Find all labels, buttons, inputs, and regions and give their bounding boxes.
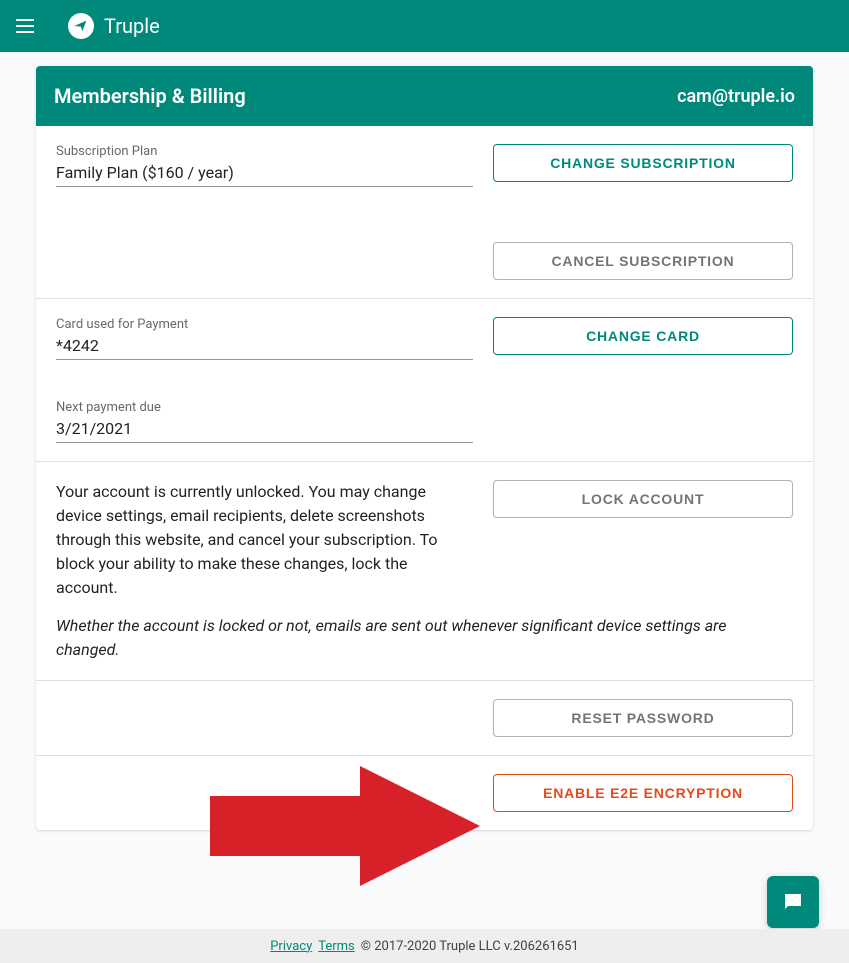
reset-password-button[interactable]: RESET PASSWORD <box>493 699 793 737</box>
next-payment-label: Next payment due <box>56 400 473 415</box>
card-value: *4242 <box>56 336 473 360</box>
subscription-section: Subscription Plan Family Plan ($160 / ye… <box>36 126 813 299</box>
footer: Privacy Terms © 2017-2020 Truple LLC v.2… <box>0 929 849 963</box>
change-subscription-button[interactable]: CHANGE SUBSCRIPTION <box>493 144 793 182</box>
card-label: Card used for Payment <box>56 317 473 332</box>
billing-card: Membership & Billing cam@truple.io Subsc… <box>36 66 813 830</box>
next-payment-value: 3/21/2021 <box>56 419 473 443</box>
e2e-section: ENABLE E2E ENCRYPTION <box>36 756 813 830</box>
lock-section: Your account is currently unlocked. You … <box>36 462 813 681</box>
account-email: cam@truple.io <box>677 86 795 107</box>
app-title: Truple <box>104 14 160 38</box>
chat-button[interactable] <box>767 876 819 928</box>
lock-description: Your account is currently unlocked. You … <box>56 480 473 600</box>
menu-icon[interactable] <box>16 14 40 38</box>
app-logo-icon <box>68 13 94 39</box>
card-header: Membership & Billing cam@truple.io <box>36 66 813 126</box>
lock-account-button[interactable]: LOCK ACCOUNT <box>493 480 793 518</box>
payment-section: Card used for Payment *4242 Next payment… <box>36 299 813 462</box>
terms-link[interactable]: Terms <box>318 939 355 954</box>
page-title: Membership & Billing <box>54 84 246 108</box>
change-card-button[interactable]: CHANGE CARD <box>493 317 793 355</box>
subscription-plan-label: Subscription Plan <box>56 144 473 159</box>
enable-e2e-button[interactable]: ENABLE E2E ENCRYPTION <box>493 774 793 812</box>
reset-section: RESET PASSWORD <box>36 681 813 756</box>
subscription-plan-value: Family Plan ($160 / year) <box>56 163 473 187</box>
appbar: Truple <box>0 0 849 52</box>
cancel-subscription-button[interactable]: CANCEL SUBSCRIPTION <box>493 242 793 280</box>
privacy-link[interactable]: Privacy <box>270 939 312 954</box>
copyright-text: © 2017-2020 Truple LLC v.206261651 <box>361 939 579 954</box>
lock-note: Whether the account is locked or not, em… <box>56 614 793 662</box>
chat-icon <box>781 890 805 914</box>
